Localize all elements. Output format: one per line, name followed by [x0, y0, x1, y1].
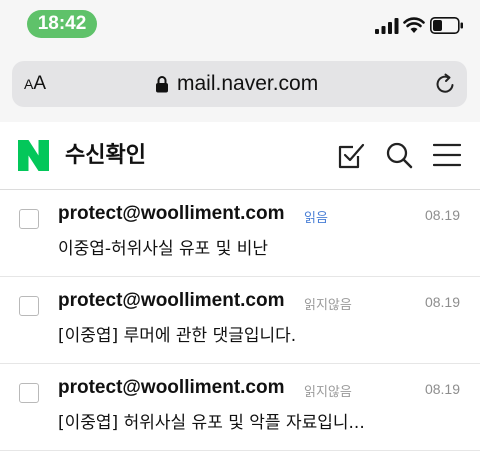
mail-sender: protect@woolliment.com — [58, 290, 285, 311]
battery-icon — [430, 17, 463, 34]
status-bar: 18:42 — [0, 0, 480, 48]
cellular-signal-icon — [375, 18, 399, 34]
browser-toolbar: AA mail.naver.com — [0, 48, 480, 122]
mail-item[interactable]: protect@woolliment.com 읽지않음 08.19 [이중엽] … — [0, 277, 480, 364]
mail-sender: protect@woolliment.com — [58, 203, 285, 224]
mail-date: 08.19 — [424, 207, 460, 223]
menu-icon[interactable] — [433, 143, 461, 167]
mail-sender: protect@woolliment.com — [58, 377, 285, 398]
reload-icon[interactable] — [434, 73, 456, 95]
text-size-button[interactable]: AA — [24, 61, 46, 107]
page-title: 수신확인 — [65, 143, 146, 168]
address-bar[interactable]: AA mail.naver.com — [12, 61, 467, 107]
mail-checkbox[interactable] — [19, 383, 39, 403]
read-status-badge: 읽음 — [304, 211, 328, 226]
search-icon[interactable] — [385, 141, 413, 169]
mail-checkbox[interactable] — [19, 296, 39, 316]
url-text: mail.naver.com — [177, 72, 319, 95]
mail-checkbox[interactable] — [19, 209, 39, 229]
edit-check-icon[interactable] — [337, 142, 365, 170]
app-header: 수신확인 — [0, 122, 480, 190]
lock-icon — [156, 76, 168, 93]
mail-item[interactable]: protect@woolliment.com 읽지않음 08.19 [이중엽] … — [0, 364, 480, 451]
mail-subject: 이중엽-허위사실 유포 및 비난 — [58, 239, 269, 259]
wifi-icon — [403, 17, 425, 33]
mail-date: 08.19 — [424, 294, 460, 310]
mail-date: 08.19 — [424, 381, 460, 397]
mail-subject: [이중엽] 루머에 관한 댓글입니다. — [58, 326, 297, 346]
mail-item[interactable]: protect@woolliment.com 읽음 08.19 이중엽-허위사실… — [0, 190, 480, 277]
status-time: 18:42 — [27, 10, 97, 38]
read-status-badge: 읽지않음 — [304, 298, 352, 313]
mail-subject: [이중엽] 허위사실 유포 및 악플 자료입니... — [58, 413, 365, 433]
naver-logo-icon[interactable] — [18, 140, 49, 171]
read-status-badge: 읽지않음 — [304, 385, 352, 400]
